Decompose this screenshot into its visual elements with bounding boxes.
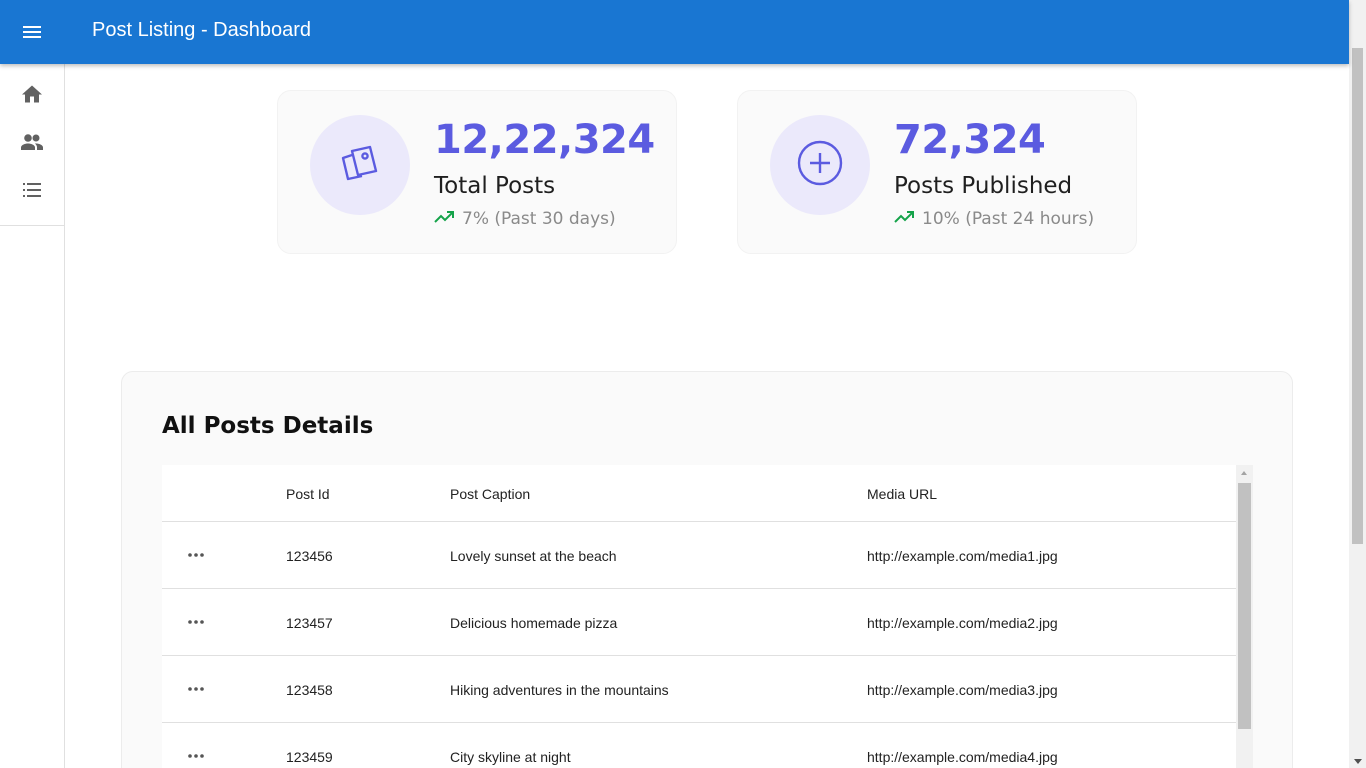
app-bar: Post Listing - Dashboard [0, 0, 1349, 64]
column-header-media-url[interactable]: Media URL [867, 486, 937, 502]
stat-trend-text: 10% (Past 24 hours) [922, 209, 1095, 229]
more-options-icon[interactable] [184, 747, 208, 765]
stat-icon-background [770, 115, 870, 215]
stat-trend: 7% (Past 30 days) [434, 209, 616, 229]
stat-card-total-posts: 12,22,324 Total Posts 7% (Past 30 days) [277, 90, 677, 254]
people-icon [21, 133, 43, 155]
posts-panel: All Posts Details Post Id Post Caption M… [121, 371, 1293, 768]
sidebar [0, 64, 65, 768]
column-header-post-caption[interactable]: Post Caption [450, 486, 530, 502]
post-caption-cell: Delicious homemade pizza [450, 615, 618, 631]
post-id-cell: 123456 [286, 548, 333, 564]
table-row: 123459 City skyline at night http://exam… [162, 723, 1236, 768]
page-title: Post Listing - Dashboard [92, 19, 312, 41]
post-id-cell: 123459 [286, 749, 333, 765]
page-scrollbar-thumb[interactable] [1352, 48, 1363, 544]
sidebar-item-users[interactable] [0, 120, 64, 168]
media-url-cell: http://example.com/media4.jpg [867, 749, 1058, 765]
trending-up-icon [894, 210, 914, 228]
home-icon [22, 85, 42, 108]
post-caption-cell: Hiking adventures in the mountains [450, 682, 669, 698]
stat-value: 72,324 [894, 117, 1046, 163]
media-url-cell: http://example.com/media2.jpg [867, 615, 1058, 631]
table-row: 123456 Lovely sunset at the beach http:/… [162, 522, 1236, 589]
table-row: 123457 Delicious homemade pizza http://e… [162, 589, 1236, 656]
stat-label: Posts Published [894, 173, 1073, 199]
column-header-post-id[interactable]: Post Id [286, 486, 330, 502]
add-circle-icon [796, 139, 844, 192]
table-scrollbar-thumb[interactable] [1238, 483, 1251, 729]
post-caption-cell: Lovely sunset at the beach [450, 548, 617, 564]
stat-icon-background [310, 115, 410, 215]
sidebar-item-home[interactable] [0, 72, 64, 120]
stat-label: Total Posts [434, 173, 556, 199]
menu-icon[interactable] [20, 20, 44, 44]
post-caption-cell: City skyline at night [450, 749, 571, 765]
media-url-cell: http://example.com/media1.jpg [867, 548, 1058, 564]
more-options-icon[interactable] [184, 613, 208, 631]
scroll-down-arrow-icon[interactable] [1354, 759, 1362, 764]
post-id-cell: 123458 [286, 682, 333, 698]
posts-table: Post Id Post Caption Media URL 123456 Lo… [162, 465, 1253, 768]
stat-trend-text: 7% (Past 30 days) [462, 209, 616, 229]
stat-trend: 10% (Past 24 hours) [894, 209, 1094, 229]
media-url-cell: http://example.com/media3.jpg [867, 682, 1058, 698]
photos-icon [336, 139, 384, 192]
page-scrollbar[interactable] [1349, 0, 1366, 768]
sidebar-items [0, 64, 64, 226]
table-header: Post Id Post Caption Media URL [162, 465, 1236, 522]
list-icon [23, 182, 41, 202]
stat-card-posts-published: 72,324 Posts Published 10% (Past 24 hour… [737, 90, 1137, 254]
trending-up-icon [434, 210, 454, 228]
sidebar-item-list[interactable] [0, 168, 64, 216]
post-id-cell: 123457 [286, 615, 333, 631]
table-scrollbar[interactable] [1236, 465, 1253, 768]
table-row: 123458 Hiking adventures in the mountain… [162, 656, 1236, 723]
panel-title: All Posts Details [162, 413, 374, 439]
more-options-icon[interactable] [184, 680, 208, 698]
stat-value: 12,22,324 [434, 117, 655, 163]
scroll-up-arrow-icon[interactable] [1241, 471, 1247, 475]
more-options-icon[interactable] [184, 546, 208, 564]
